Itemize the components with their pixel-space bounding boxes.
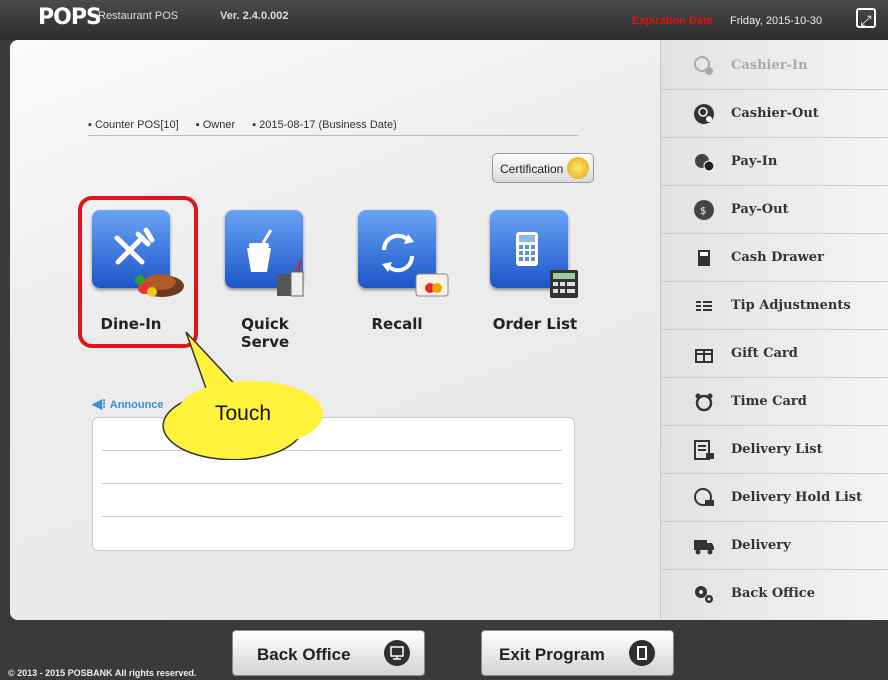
sidebar-item-gift-card[interactable]: Gift Card (661, 330, 888, 378)
recall-label: Recall (371, 315, 423, 333)
cash-drawer-icon (698, 250, 710, 266)
session-info: ▪ Counter POS[10] ▪ Owner ▪ 2015-08-17 (… (88, 119, 411, 131)
user-out-icon (694, 104, 714, 124)
dine-in-highlight (78, 196, 198, 348)
sidebar-item-delivery[interactable]: Delivery (661, 522, 888, 570)
order-list-label: Order List (492, 315, 578, 333)
sidebar-item-label: Cashier-Out (731, 106, 819, 121)
exit-program-label: Exit Program (499, 645, 605, 664)
sidebar-item-back-office[interactable]: Back Office (661, 570, 888, 618)
back-office-label: Back Office (257, 645, 351, 664)
top-bar: POPS Restaurant POS Ver. 2.4.0.002 Expir… (0, 0, 888, 40)
sidebar-item-label: Cashier-In (731, 58, 808, 73)
exit-icon (629, 640, 655, 666)
app-logo: POPS (38, 5, 102, 30)
sidebar-item-pay-in[interactable]: Pay-In (661, 138, 888, 186)
sidebar-item-pay-out[interactable]: $ Pay-Out (661, 186, 888, 234)
sidebar-item-label: Time Card (731, 394, 807, 409)
expiration-date: Friday, 2015-10-30 (730, 15, 823, 27)
sidebar-item-label: Cash Drawer (731, 250, 824, 265)
sidebar-item-time-card[interactable]: Time Card (661, 378, 888, 426)
gears-icon (695, 586, 713, 603)
business-date: ▪ 2015-08-17 (Business Date) (252, 119, 397, 131)
svg-text:$: $ (700, 206, 706, 217)
expand-icon[interactable]: ⤢ (856, 8, 876, 28)
divider (88, 135, 578, 136)
medal-icon (567, 157, 589, 179)
delivery-hold-icon (694, 488, 714, 506)
touch-callout (162, 331, 323, 460)
truck-icon (694, 540, 714, 555)
list-icon (696, 301, 712, 311)
order-list-button[interactable] (490, 210, 578, 298)
user-in-icon (694, 56, 713, 75)
sidebar-item-cashier-in[interactable]: Cashier-In (661, 42, 888, 90)
speaker-icon: ◀︎⁝ (92, 396, 110, 411)
sidebar-item-label: Gift Card (731, 346, 798, 361)
back-office-button[interactable]: Back Office (232, 630, 425, 676)
sidebar-item-delivery-hold-list[interactable]: Delivery Hold List (661, 474, 888, 522)
app-subtitle: Restaurant POS (98, 10, 179, 22)
drink-cup-icon (247, 229, 304, 297)
certification-label: Certification (500, 162, 564, 176)
sidebar-item-label: Back Office (731, 586, 815, 601)
recall-button[interactable] (358, 210, 449, 297)
calculator-icon (516, 232, 578, 298)
monitor-icon (384, 640, 410, 666)
user-name: ▪ Owner (195, 119, 236, 131)
sidebar-item-delivery-list[interactable]: Delivery List (661, 426, 888, 474)
quick-serve-button[interactable] (225, 210, 304, 297)
sidebar-item-cashier-out[interactable]: Cashier-Out (661, 90, 888, 138)
coins-out-icon: $ (694, 200, 714, 220)
announcement-line (102, 483, 562, 484)
sidebar-item-tip-adjustments[interactable]: Tip Adjustments (661, 282, 888, 330)
coins-in-icon (695, 154, 715, 172)
exit-program-button[interactable]: Exit Program (481, 630, 674, 676)
sidebar-item-label: Delivery Hold List (731, 490, 863, 505)
refresh-icon (381, 233, 449, 297)
gift-icon (695, 349, 713, 363)
certification-button[interactable]: Certification (492, 153, 594, 183)
touch-label: Touch (215, 402, 272, 425)
sidebar-item-cash-drawer[interactable]: Cash Drawer (661, 234, 888, 282)
main-panel: ▪ Counter POS[10] ▪ Owner ▪ 2015-08-17 (… (10, 40, 888, 620)
pos-name: ▪ Counter POS[10] (88, 119, 179, 131)
sidebar-item-label: Pay-Out (731, 202, 789, 217)
sidebar-item-label: Pay-In (731, 154, 778, 169)
sidebar: Cashier-In Cashier-Out Pay-In $ Pay-Out … (660, 40, 888, 620)
delivery-list-icon (694, 440, 714, 460)
version-label: Ver. 2.4.0.002 (220, 10, 289, 22)
sidebar-item-label: Tip Adjustments (731, 298, 851, 313)
alarm-clock-icon (695, 393, 713, 412)
sidebar-item-label: Delivery List (731, 442, 823, 457)
home-area: ▪ Counter POS[10] ▪ Owner ▪ 2015-08-17 (… (10, 40, 660, 620)
sidebar-item-label: Delivery (731, 538, 791, 553)
copyright: © 2013 - 2015 POSBANK All rights reserve… (8, 668, 197, 678)
announcement-line (102, 516, 562, 517)
expiration-label: Expiration Date (632, 15, 713, 27)
